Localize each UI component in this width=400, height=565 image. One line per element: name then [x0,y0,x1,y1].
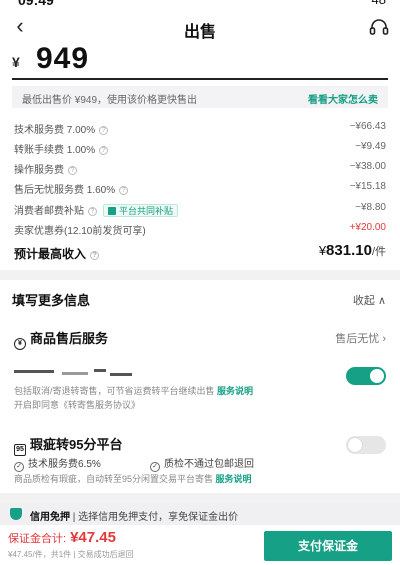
check-icon: ✓ [150,462,160,472]
deposit-value: ¥47.45 [70,529,116,546]
fee-label: 转账手续费 1.00% [14,145,96,156]
question-icon[interactable]: ? [88,207,97,216]
fee-label: 操作服务费 [14,165,64,176]
consign-desc-text: 包括取消/寄退转寄售，可节省运费转平台继续出售 [14,386,215,396]
fee-value: −¥66.43 [349,121,386,132]
credit-exempt-text: | 选择信用免押支付，享免保证金出价 [72,512,239,523]
fee-value: −¥38.00 [349,161,386,172]
question-icon[interactable]: ? [68,166,77,175]
redacted-title [14,368,164,378]
shield-icon [10,508,22,520]
chevron-up-icon: ∧ [377,295,386,307]
flaw-platform-row: 95 瑕疵转95分平台 [14,434,122,456]
credit-exempt-label: 信用免押 [30,512,70,523]
fee-row-tech-service: 技术服务费 7.00%? −¥66.43 [14,119,386,136]
status-time: 09:49 [18,0,54,8]
see-how-others-sell-link[interactable]: 看看大家怎么卖 [308,91,378,106]
header: ‹ 出售 [0,10,400,44]
income-unit: /件 [371,246,386,258]
fee-row-shipping-subsidy: 消费者邮费补贴? 平台共同补贴 −¥8.80 [14,200,386,217]
flaw-item-return-label: 质检不通过包邮退回 [164,459,254,470]
flaw-item-return: ✓ 质检不通过包邮退回 [150,455,254,472]
question-icon[interactable]: ? [99,126,109,135]
flaw-desc: 商品质检有瑕疵，自动转至95分闲置交易平台寄售 服务说明 [14,472,252,486]
flaw-item-fee-label: 技术服务费6.5% [28,459,101,470]
pay-deposit-button[interactable]: 支付保证金 [264,531,392,561]
credit-exempt-bar[interactable]: 信用免押 | 选择信用免押支付，享免保证金出价 [0,503,400,525]
subsidy-tag-label: 平台共同补贴 [119,206,174,216]
more-info-title: 填写更多信息 [12,293,91,308]
currency-symbol: ¥ [12,54,20,70]
deposit-sub: ¥47.45/件，共1件 | 交易成功后退回 [8,550,134,559]
flaw-desc-text: 商品质检有瑕疵，自动转至95分闲置交易平台寄售 [14,474,214,484]
yen-circle-icon: ¥ [14,338,26,350]
flaw-title: 瑕疵转95分平台 [30,437,123,452]
fee-row-coupon: 卖家优惠券(12.10前发货可享) +¥20.00 [14,220,386,237]
price-card: ¥ 949 最低出售价 ¥949，使用该价格更快售出 看看大家怎么卖 技术服务费… [0,42,400,270]
income-label: 预计最高收入 [14,247,87,261]
consign-agreement-text[interactable]: 开启即同意《转寄售服务协议》 [14,400,140,410]
after-sale-right-label: 售后无忧 [335,333,380,345]
flaw-platform-toggle[interactable] [346,436,386,454]
headset-icon[interactable] [368,18,390,38]
after-sale-value[interactable]: 售后无忧 › [335,330,386,346]
income-currency: ¥ [318,243,327,258]
battery-level: 48 [372,0,386,7]
consign-resell-toggle[interactable] [346,367,386,385]
question-icon[interactable]: ? [119,186,129,195]
expected-income: 预计最高收入? ¥831.10/件 [14,242,386,262]
question-icon[interactable]: ? [99,146,109,155]
fee-value: −¥15.18 [349,181,386,192]
price-tip: 最低出售价 ¥949，使用该价格更快售出 看看大家怎么卖 [12,86,388,108]
more-info-card: 填写更多信息 收起 ∧ ¥ 商品售后服务 售后无忧 › 包括取消/寄退转寄售，可节… [0,280,400,493]
fee-label: 技术服务费 7.00% [14,125,96,136]
price-value[interactable]: 949 [36,42,89,76]
service-info-link[interactable]: 服务说明 [217,386,253,396]
collapse-toggle[interactable]: 收起 ∧ [353,292,386,308]
deposit-total: 保证金合计: ¥47.45 [8,529,116,546]
check-icon: ✓ [14,462,24,472]
status-bar: 09:49 48 [0,0,400,10]
price-underline [12,78,388,80]
fee-row-after-sale: 售后无忧服务费 1.60%? −¥15.18 [14,179,386,196]
after-sale-title: 商品售后服务 [30,331,109,346]
after-sale-service-row[interactable]: ¥ 商品售后服务 [14,328,108,350]
flaw-item-fee: ✓ 技术服务费6.5% [14,455,101,472]
fee-value: −¥8.80 [355,202,386,213]
fee-label: 卖家优惠券(12.10前发货可享) [14,226,146,237]
price-tip-text: 最低出售价 ¥949，使用该价格更快售出 [22,95,198,106]
fee-row-operation: 操作服务费? −¥38.00 [14,159,386,176]
collapse-label: 收起 [352,295,375,307]
flaw-service-info-link[interactable]: 服务说明 [216,474,252,484]
question-icon[interactable]: ? [90,251,100,260]
fee-value: −¥9.49 [355,141,386,152]
consign-desc: 包括取消/寄退转寄售，可节省运费转平台继续出售 服务说明 开启即同意《转寄售服务… [14,384,253,412]
chevron-right-icon: › [382,333,386,345]
fee-value: +¥20.00 [349,222,386,233]
fee-row-transfer: 转账手续费 1.00%? −¥9.49 [14,139,386,156]
platform-icon [108,207,116,215]
bottom-bar: 保证金合计: ¥47.45 ¥47.45/件，共1件 | 交易成功后退回 支付保证… [0,525,400,565]
subsidy-tag: 平台共同补贴 [103,204,179,217]
page-title: 出售 [183,24,216,41]
fee-label: 消费者邮费补贴 [14,206,84,217]
fee-label: 售后无忧服务费 1.60% [14,185,116,196]
income-value: 831.10 [326,242,372,259]
deposit-label: 保证金合计: [8,533,67,545]
